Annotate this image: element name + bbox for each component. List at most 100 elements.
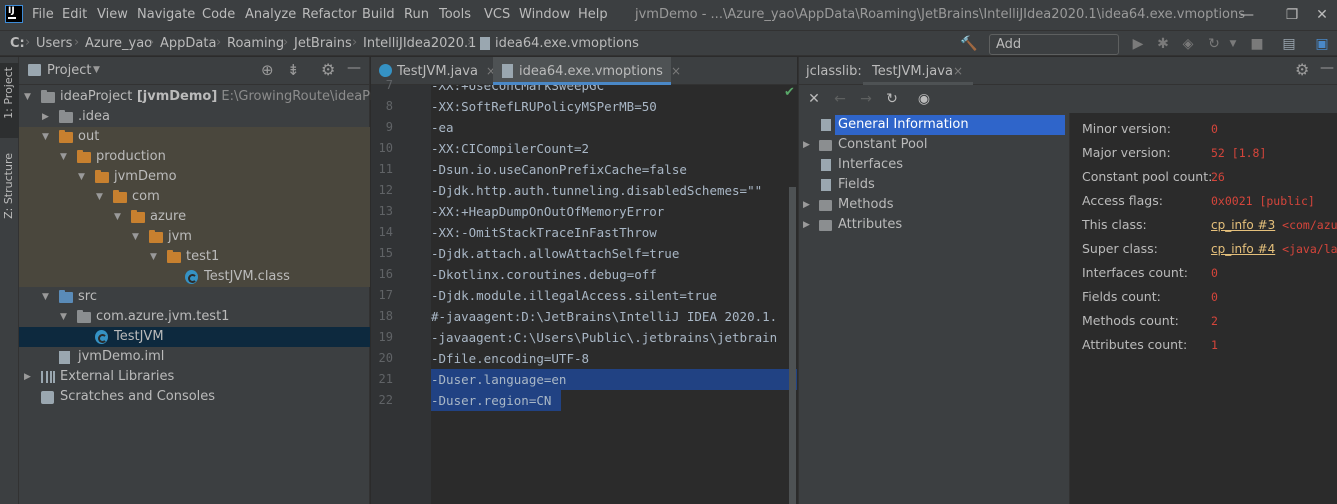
- tree-node[interactable]: ▼ azure: [19, 207, 370, 227]
- chevron-right-icon[interactable]: ▶: [42, 107, 54, 127]
- tab-vmoptions[interactable]: idea64.exe.vmoptions ×: [493, 57, 681, 85]
- close-icon[interactable]: ✕: [805, 90, 823, 108]
- browse-web-icon[interactable]: ◉: [915, 90, 933, 108]
- editor-scrollbar[interactable]: [789, 187, 796, 504]
- menu-vcs[interactable]: VCS: [484, 7, 510, 22]
- chevron-down-icon[interactable]: ▼: [42, 287, 54, 307]
- chevron-down-icon[interactable]: ▼: [78, 167, 90, 187]
- breadcrumb-roaming[interactable]: Roaming: [227, 36, 284, 51]
- code-area[interactable]: -XX:+UseConcMarkSweepGC -XX:SoftRefLRUPol…: [371, 85, 797, 504]
- tree-node[interactable]: ▼ production: [19, 147, 370, 167]
- locate-icon[interactable]: ⊕: [261, 61, 274, 79]
- tree-node[interactable]: TestJVM.class: [19, 267, 370, 287]
- tree-node[interactable]: ▼ out: [19, 127, 370, 147]
- breadcrumb-jetbrains[interactable]: JetBrains: [294, 36, 352, 51]
- chevron-right-icon[interactable]: ▶: [803, 135, 810, 155]
- constant-pool-link[interactable]: cp_info #4: [1211, 242, 1275, 256]
- menu-navigate[interactable]: Navigate: [137, 7, 195, 22]
- code-line[interactable]: -XX:-OmitStackTraceInFastThrow: [431, 222, 797, 243]
- chevron-down-icon[interactable]: ▼: [60, 307, 72, 327]
- code-line[interactable]: -Duser.language=en: [431, 369, 797, 390]
- back-arrow-icon[interactable]: ←: [831, 90, 849, 108]
- chevron-down-icon[interactable]: ▼: [150, 247, 162, 267]
- chevron-right-icon[interactable]: ▶: [803, 195, 810, 215]
- code-line[interactable]: -javaagent:C:\Users\Public\.jetbrains\je…: [431, 327, 797, 348]
- close-tab-icon[interactable]: ×: [953, 64, 963, 78]
- code-line[interactable]: -Duser.region=CN: [431, 390, 561, 411]
- menu-edit[interactable]: Edit: [62, 7, 87, 22]
- menu-refactor[interactable]: Refactor: [302, 7, 357, 22]
- tree-node[interactable]: ▼ jvmDemo: [19, 167, 370, 187]
- menu-help[interactable]: Help: [578, 7, 608, 22]
- chevron-down-icon[interactable]: ▼: [1224, 35, 1242, 53]
- build-hammer-icon[interactable]: 🔨: [960, 35, 978, 53]
- tree-node[interactable]: TestJVM: [19, 327, 370, 347]
- code-line[interactable]: -Djdk.attach.allowAttachSelf=true: [431, 243, 797, 264]
- project-tool-button[interactable]: 1: Project: [2, 67, 15, 119]
- chevron-down-icon[interactable]: ▼: [42, 127, 54, 147]
- jclasslib-tree-node[interactable]: General Information: [799, 115, 1069, 135]
- code-line[interactable]: -XX:+UseConcMarkSweepGC: [431, 85, 797, 96]
- collapse-all-icon[interactable]: ⇟: [287, 61, 300, 79]
- code-line[interactable]: -Dfile.encoding=UTF-8: [431, 348, 797, 369]
- project-structure-icon[interactable]: ▤: [1280, 35, 1298, 53]
- tree-node[interactable]: ▼ jvm: [19, 227, 370, 247]
- breadcrumb-user[interactable]: Azure_yao: [85, 36, 152, 51]
- chevron-down-icon[interactable]: ▼: [96, 187, 108, 207]
- tree-node[interactable]: ▼ com.azure.jvm.test1: [19, 307, 370, 327]
- chevron-down-icon[interactable]: ▼: [60, 147, 72, 167]
- restore-button[interactable]: ❐: [1277, 4, 1307, 26]
- chevron-down-icon[interactable]: ▼: [24, 87, 36, 107]
- gear-icon[interactable]: ⚙: [1295, 60, 1309, 79]
- breadcrumb-idea-version[interactable]: IntelliJIdea2020.1: [363, 36, 476, 51]
- tree-node[interactable]: ▶ .idea: [19, 107, 370, 127]
- tree-node[interactable]: jvmDemo.iml: [19, 347, 370, 367]
- coverage-icon[interactable]: ◈: [1179, 35, 1197, 53]
- profile-icon[interactable]: ↻: [1205, 35, 1223, 53]
- stop-icon[interactable]: ■: [1248, 35, 1266, 53]
- jclasslib-tree-node[interactable]: Interfaces: [799, 155, 1069, 175]
- code-line[interactable]: -XX:CICompilerCount=2: [431, 138, 797, 159]
- jclasslib-tree-node[interactable]: ▶ Methods: [799, 195, 1069, 215]
- tree-node[interactable]: Scratches and Consoles: [19, 387, 370, 407]
- gear-icon[interactable]: ⚙: [321, 60, 335, 79]
- jclasslib-tree-node[interactable]: Fields: [799, 175, 1069, 195]
- chevron-down-icon[interactable]: ▼: [114, 207, 126, 227]
- tree-node[interactable]: ▶ External Libraries: [19, 367, 370, 387]
- refresh-icon[interactable]: ↻: [883, 90, 901, 108]
- search-everywhere-icon[interactable]: ▣: [1313, 35, 1331, 53]
- menu-run[interactable]: Run: [404, 7, 429, 22]
- jclasslib-tab[interactable]: TestJVM.java ×: [863, 57, 973, 85]
- menu-window[interactable]: Window: [519, 7, 570, 22]
- code-line[interactable]: -Djdk.module.illegalAccess.silent=true: [431, 285, 797, 306]
- chevron-down-icon[interactable]: ▼: [132, 227, 144, 247]
- code-line[interactable]: -ea: [431, 117, 797, 138]
- code-line[interactable]: #-javaagent:D:\JetBrains\IntelliJ IDEA 2…: [431, 306, 797, 327]
- menu-view[interactable]: View: [97, 7, 128, 22]
- debug-icon[interactable]: ✱: [1154, 35, 1172, 53]
- jclasslib-tree-node[interactable]: ▶ Attributes: [799, 215, 1069, 235]
- chevron-right-icon[interactable]: ▶: [803, 215, 810, 235]
- menu-build[interactable]: Build: [362, 7, 395, 22]
- tree-node[interactable]: ▼ src: [19, 287, 370, 307]
- breadcrumb-users[interactable]: Users: [36, 36, 72, 51]
- menu-tools[interactable]: Tools: [439, 7, 471, 22]
- project-view-label[interactable]: Project: [47, 63, 91, 78]
- hide-panel-icon[interactable]: —: [1320, 60, 1334, 76]
- jclasslib-tree-node[interactable]: ▶ Constant Pool: [799, 135, 1069, 155]
- menu-analyze[interactable]: Analyze: [245, 7, 296, 22]
- forward-arrow-icon[interactable]: →: [857, 90, 875, 108]
- breadcrumb-appdata[interactable]: AppData: [160, 36, 216, 51]
- code-line[interactable]: -XX:SoftRefLRUPolicyMSPerMB=50: [431, 96, 797, 117]
- constant-pool-link[interactable]: cp_info #3: [1211, 218, 1275, 232]
- chevron-down-icon[interactable]: ▼: [93, 65, 100, 75]
- hide-panel-icon[interactable]: —: [347, 60, 361, 76]
- breadcrumb-drive[interactable]: C:: [10, 36, 25, 51]
- minimize-button[interactable]: —: [1232, 4, 1262, 26]
- menu-file[interactable]: File: [32, 7, 54, 22]
- code-line[interactable]: -Dkotlinx.coroutines.debug=off: [431, 264, 797, 285]
- breadcrumb-file[interactable]: idea64.exe.vmoptions: [495, 36, 639, 51]
- chevron-right-icon[interactable]: ▶: [24, 367, 36, 387]
- tree-node[interactable]: ▼ com: [19, 187, 370, 207]
- tree-node[interactable]: ▼ test1: [19, 247, 370, 267]
